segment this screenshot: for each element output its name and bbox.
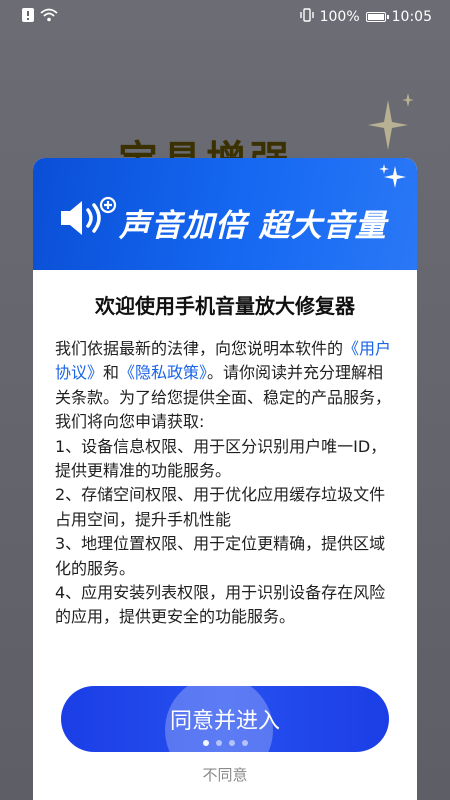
battery-percent: 100% [319,9,360,25]
screen: 100% 10:05 宝具增强 声音加倍 超大音量 [0,0,450,800]
page-indicator [61,740,389,746]
dialog-content: 欢迎使用手机音量放大修复器 我们依据最新的法律，向您说明本软件的《用户协议》和《… [33,290,417,630]
dialog-title: 欢迎使用手机音量放大修复器 [95,294,355,318]
banner: 声音加倍 超大音量 [33,158,417,270]
intro-paragraph: 我们依据最新的法律，向您说明本软件的《用户协议》和《隐私政策》。请你阅读并充分理… [55,337,395,435]
vibrate-icon [299,8,314,26]
battery-icon [365,12,389,22]
page-dot [215,740,222,746]
speaker-plus-icon [61,196,117,235]
notification-icon [22,8,34,26]
and-text: 和 [103,363,120,383]
page-dot [228,740,235,746]
list-item: 2、存储空间权限、用于优化应用缓存垃圾文件占用空间，提升手机性能 [55,485,386,529]
clock: 10:05 [391,9,432,25]
permission-list: 1、设备信息权限、用于区分识别用户唯一ID，提供更精准的功能服务。 2、存储空间… [55,435,395,630]
banner-slogan: 声音加倍 超大音量 [119,208,387,244]
page-dot [202,740,209,746]
privacy-policy-link[interactable]: 《隐私政策》 [119,363,207,382]
list-item: 3、地理位置权限、用于定位更精确，提供区域化的服务。 [55,534,386,578]
list-item: 4、应用安装列表权限，用于识别设备存在风险的应用，提供更安全的功能服务。 [55,583,386,627]
consent-dialog: 声音加倍 超大音量 欢迎使用手机音量放大修复器 我们依据最新的法律，向您说明本软… [33,158,417,800]
intro-prefix: 我们依据最新的法律，向您说明本软件的 [55,339,344,358]
page-dot [241,740,248,746]
wifi-icon [40,8,58,26]
sparkle-icon [402,92,414,111]
list-item: 1、设备信息权限、用于区分识别用户唯一ID，提供更精准的功能服务。 [55,436,387,481]
sparkle-icon [379,164,406,188]
agree-button[interactable]: 同意并进入 [61,686,389,752]
agree-button-label: 同意并进入 [169,709,280,734]
decline-button[interactable]: 不同意 [33,764,417,785]
status-bar: 100% 10:05 [0,0,450,34]
